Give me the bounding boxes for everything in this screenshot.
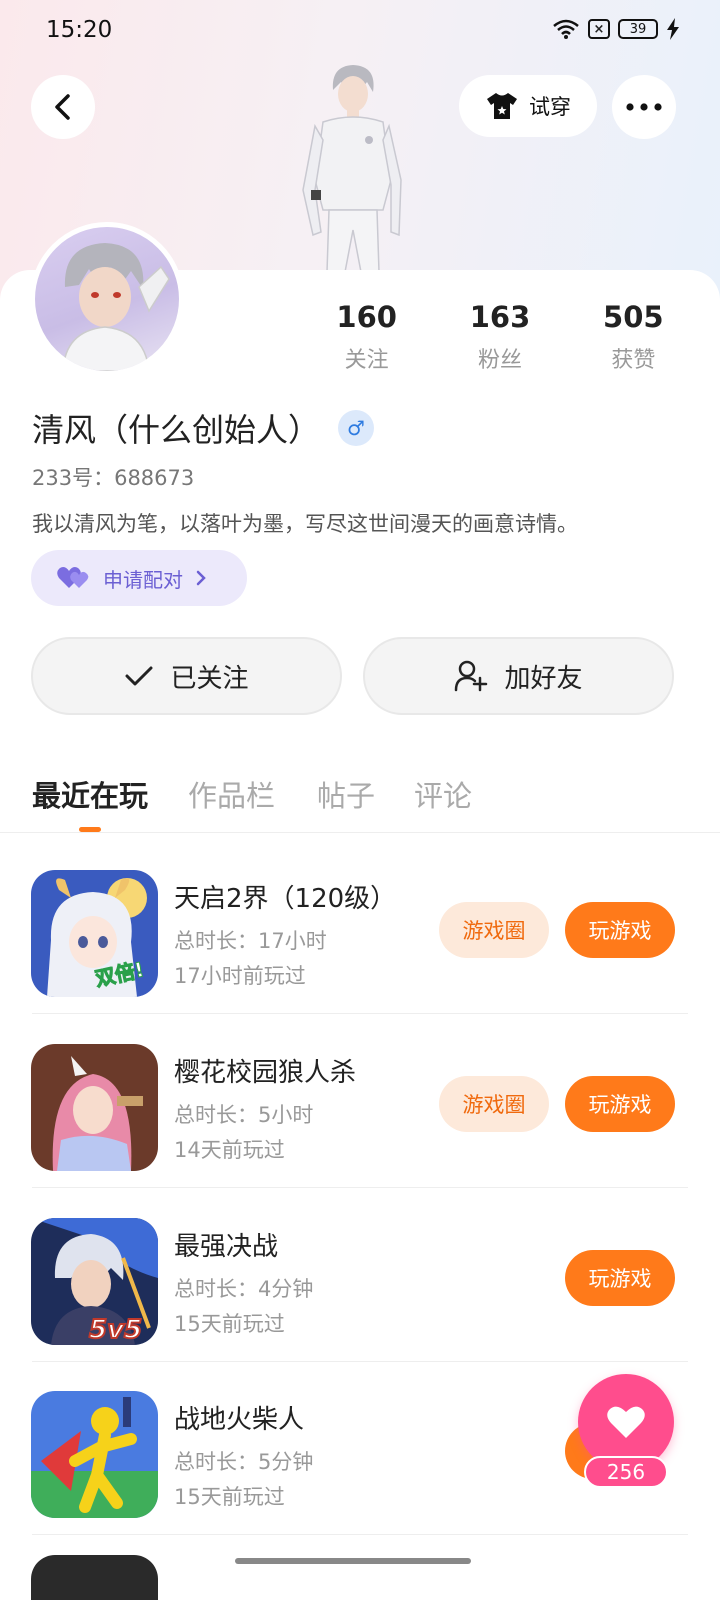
status-time: 15:20 xyxy=(46,17,113,43)
stickman-icon xyxy=(31,1391,158,1518)
game-total-time: 总时长：5分钟 xyxy=(174,1450,314,1474)
fans-label: 粉丝 xyxy=(477,348,522,373)
avatar-portrait-image xyxy=(62,243,170,371)
divider xyxy=(32,1534,688,1535)
user-id: 233号：688673 xyxy=(32,466,195,490)
tab-posts[interactable]: 帖子 xyxy=(317,773,375,815)
game-icon-partial[interactable] xyxy=(31,1555,158,1600)
game-last-played: 15天前玩过 xyxy=(174,1312,285,1336)
tab-recently-played[interactable]: 最近在玩 xyxy=(32,773,148,815)
game-total-time: 总时长：4分钟 xyxy=(174,1277,314,1301)
game-last-played: 17小时前玩过 xyxy=(174,964,306,988)
chevron-right-icon xyxy=(196,570,206,586)
game-last-played: 15天前玩过 xyxy=(174,1485,285,1509)
game-icon-zuiqiang[interactable]: 5v5 xyxy=(31,1218,158,1345)
game-last-played: 14天前玩过 xyxy=(174,1138,285,1162)
play-game-button[interactable]: 玩游戏 xyxy=(565,1076,675,1132)
followed-label: 已关注 xyxy=(170,663,249,694)
game-circle-button[interactable]: 游戏圈 xyxy=(439,902,549,958)
add-friend-label: 加好友 xyxy=(504,663,583,694)
following-label: 关注 xyxy=(344,348,389,373)
play-game-button[interactable]: 玩游戏 xyxy=(565,1250,675,1306)
game-circle-button[interactable]: 游戏圈 xyxy=(439,1076,549,1132)
game-icon-sakura[interactable] xyxy=(31,1044,158,1171)
avatar-character-figure xyxy=(302,65,402,272)
game-total-time: 总时长：17小时 xyxy=(174,929,327,953)
more-dots-icon xyxy=(626,103,662,111)
tab-works[interactable]: 作品栏 xyxy=(188,773,275,815)
back-button[interactable] xyxy=(31,75,95,139)
likes-count: 505 xyxy=(603,300,664,334)
likes-label: 获赞 xyxy=(611,348,656,373)
game-title: 最强决战 xyxy=(174,1232,279,1262)
like-count-badge: 256 xyxy=(584,1456,668,1488)
add-friend-button[interactable]: 加好友 xyxy=(363,637,674,715)
back-arrow-icon xyxy=(55,94,70,120)
game-list-item[interactable]: 樱花校园狼人杀 总时长：5小时 14天前玩过 游戏圈 玩游戏 xyxy=(0,1014,720,1188)
active-tab-indicator xyxy=(79,827,101,832)
five-v-five-badge: 5v5 xyxy=(89,1315,142,1345)
game-title: 樱花校园狼人杀 xyxy=(174,1058,357,1088)
pink-hair-girl-icon xyxy=(31,1044,158,1171)
game-icon-stickman[interactable] xyxy=(31,1391,158,1518)
male-gender-icon: ♂ xyxy=(338,410,375,446)
charging-icon xyxy=(667,18,679,40)
followed-button[interactable]: 已关注 xyxy=(31,637,342,715)
game-list-item[interactable]: 5v5 最强决战 总时长：4分钟 15天前玩过 玩游戏 xyxy=(0,1188,720,1362)
game-list-item[interactable]: 双倍! 天启2界（120级） 总时长：17小时 17小时前玩过 游戏圈 玩游戏 xyxy=(0,840,720,1014)
tshirt-icon xyxy=(487,93,517,119)
more-button[interactable] xyxy=(612,75,676,139)
battery-level: 39 xyxy=(629,21,647,37)
try-on-button[interactable]: 试穿 xyxy=(459,75,597,137)
status-bar: 15:20 × 39 xyxy=(0,0,720,64)
no-sim-icon: × xyxy=(588,19,610,39)
game-title: 天启2界（120级） xyxy=(174,884,397,914)
game-title: 战地火柴人 xyxy=(174,1405,305,1435)
stat-likes[interactable]: 505 获赞 xyxy=(567,300,700,374)
heart-icon xyxy=(607,1406,645,1438)
wifi-icon xyxy=(553,19,579,39)
fans-count: 163 xyxy=(469,300,531,334)
home-indicator[interactable] xyxy=(235,1558,471,1564)
request-pair-label: 申请配对 xyxy=(103,567,183,592)
stat-following[interactable]: 160 关注 xyxy=(300,300,433,374)
user-name: 清风（什么创始人） xyxy=(32,411,321,449)
stats-row: 160 关注 163 粉丝 505 获赞 xyxy=(300,300,700,374)
request-pair-button[interactable]: 申请配对 xyxy=(31,550,247,606)
double-heart-icon xyxy=(57,567,89,588)
game-total-time: 总时长：5小时 xyxy=(174,1103,314,1127)
warrior-icon: 5v5 xyxy=(31,1218,158,1345)
anime-girl-icon: 双倍! xyxy=(31,870,158,997)
play-game-button[interactable]: 玩游戏 xyxy=(565,902,675,958)
following-count: 160 xyxy=(336,300,397,334)
stat-fans[interactable]: 163 粉丝 xyxy=(433,300,566,374)
tab-comments[interactable]: 评论 xyxy=(414,773,472,815)
add-user-icon xyxy=(455,660,488,692)
avatar[interactable] xyxy=(30,222,184,376)
name-row: 清风（什么创始人） ♂ xyxy=(32,405,375,451)
status-icons: × 39 xyxy=(552,18,680,40)
check-icon xyxy=(125,666,153,686)
profile-tabs: 最近在玩 作品栏 帖子 评论 xyxy=(0,765,720,833)
try-on-label: 试穿 xyxy=(529,95,571,119)
user-bio: 我以清风为笔，以落叶为墨，写尽这世间漫天的画意诗情。 xyxy=(32,512,578,536)
game-icon-tianqi[interactable]: 双倍! xyxy=(31,870,158,997)
battery-icon: 39 xyxy=(618,19,658,39)
